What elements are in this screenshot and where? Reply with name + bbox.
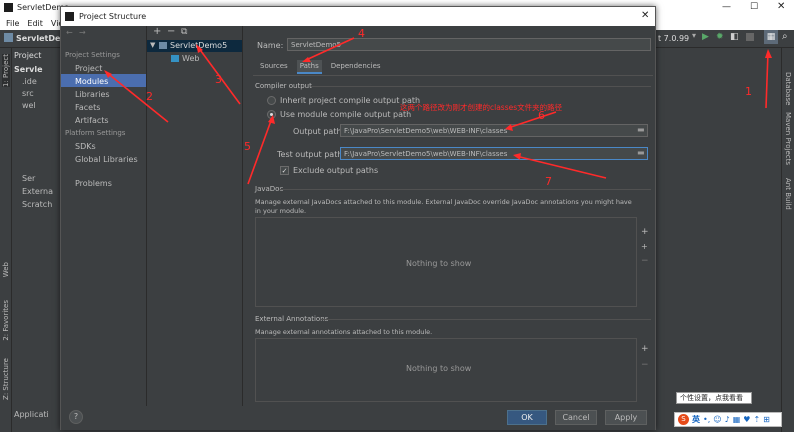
sogou-logo-icon[interactable]: S <box>678 414 689 425</box>
arrow-5 <box>247 117 273 185</box>
arrow-6 <box>507 111 557 129</box>
annotation-7: 7 <box>545 175 552 188</box>
arrow-7 <box>515 155 607 179</box>
skin-icon[interactable]: ♥ <box>743 415 750 424</box>
microphone-icon[interactable]: ♪ <box>725 415 730 424</box>
emoji-icon[interactable]: ☺ <box>713 415 721 424</box>
annotation-4: 4 <box>358 27 365 40</box>
annotation-2: 2 <box>146 90 153 103</box>
annotation-arrows <box>104 37 772 185</box>
punctuation-icon[interactable]: •, <box>703 415 710 424</box>
toolbox-icon[interactable]: ⇡ <box>753 415 760 424</box>
grid-icon[interactable]: ⊞ <box>763 415 770 424</box>
annotation-note: 这两个路径改为刚才创建的classes文件夹的路径 <box>400 103 563 112</box>
annotation-1: 1 <box>745 85 752 98</box>
arrow-1 <box>765 51 769 109</box>
annotation-3: 3 <box>215 73 222 86</box>
ime-mode[interactable]: 英 <box>692 414 700 425</box>
arrow-2 <box>105 71 169 123</box>
annotation-5: 5 <box>244 140 251 153</box>
tray-tooltip: 个性设置，点我看看 <box>676 392 752 404</box>
arrow-4 <box>305 37 355 61</box>
keyboard-icon[interactable]: ▦ <box>733 415 741 424</box>
ime-toolbar: S 英 •, ☺ ♪ ▦ ♥ ⇡ ⊞ <box>674 412 782 427</box>
